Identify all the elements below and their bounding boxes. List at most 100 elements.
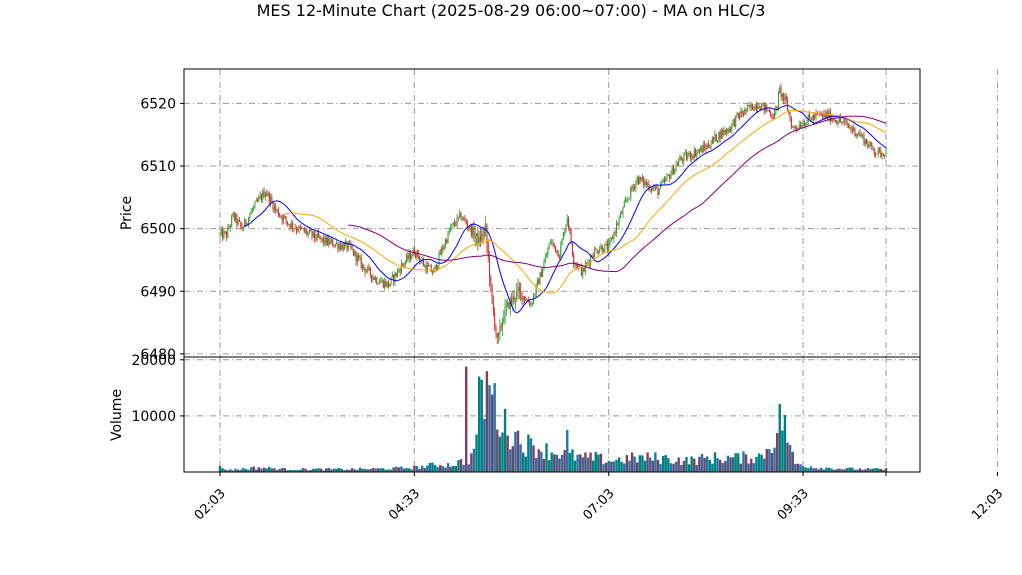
candle-body [275,206,277,210]
candle-body [719,132,721,139]
candle-body [255,200,257,202]
candle-body [772,116,774,119]
candle-body [705,147,707,150]
candle-body [494,312,496,327]
candle-body [342,244,344,250]
volume-bar [804,467,807,472]
volume-bar [830,468,833,472]
candle-body [546,254,548,258]
candle-body [225,231,227,238]
candle-body [643,177,645,186]
candle-body [741,110,743,115]
candle-body [674,168,676,175]
ma-lines [244,104,887,314]
candle-body [280,215,282,217]
candle-body [312,231,314,237]
candle-body [371,274,373,280]
candle-body [653,187,655,189]
candle-body [805,124,807,126]
candle-body [501,321,503,328]
candle-body [270,197,272,204]
volume-bar [280,468,284,472]
volume-bar [848,467,851,472]
volume-bar [659,463,662,472]
candle-body [672,166,675,175]
candle-body [627,198,629,201]
volume-bar [851,467,854,472]
volume-bar [708,459,711,472]
volume-bar [301,468,305,472]
volume-bar [521,452,525,472]
candle-body [564,232,566,234]
volume-bar [742,451,745,472]
candle-body [250,211,252,215]
volume-bar [768,449,771,472]
candle-body [640,176,642,180]
candle-body [310,229,312,232]
candle-body [374,277,377,280]
candle-body [329,240,331,245]
candle-body [500,326,502,328]
volume-bar [457,460,460,472]
volume-bar [550,452,553,472]
candle-body [454,222,456,225]
candle-body [481,234,483,241]
candle-body [279,215,281,217]
candle-body [470,225,472,236]
candle-body [317,233,319,237]
candle-body [254,201,256,207]
volume-bar [436,467,439,472]
ma-slow-line [348,115,887,273]
candle-body [867,143,869,148]
candle-body [285,216,287,222]
volume-bar [428,462,432,472]
volume-bar [532,445,535,472]
candle-body [425,265,427,272]
volume-bar [249,467,253,472]
candle-body [428,265,430,267]
volume-bar [760,454,763,472]
volume-bar [884,468,888,472]
candle-body [731,123,733,131]
volume-bar [555,454,559,472]
candle-body [376,277,378,284]
volume-bars [218,366,888,472]
volume-bar [757,453,761,472]
volume-bar [615,459,618,472]
volume-bar [731,457,735,472]
volume-bar [794,463,797,472]
volume-bar [371,467,375,472]
ma-fast-line [244,104,887,314]
candle-body [464,217,466,221]
volume-bar [604,462,608,472]
candle-body [461,219,463,221]
volume-bar [672,463,675,472]
candle-body [709,146,711,148]
candle-body [819,113,821,115]
volume-bar [270,468,274,472]
volume-bar [739,463,743,472]
volume-bar [571,449,574,472]
candle-body [272,201,274,211]
candle-body [459,212,461,217]
candle-body [707,144,710,147]
volume-bar [545,443,548,472]
candle-body [219,233,221,235]
candle-body [518,287,520,291]
volume-bar [877,468,880,472]
volume-bar [773,447,776,472]
candle-body [319,236,321,238]
candle-body [783,93,785,100]
candle-body [785,96,787,101]
candle-body [727,129,729,133]
candle-body [864,139,866,145]
candle-body [542,269,544,277]
volume-bar [788,445,792,472]
volume-bar [628,460,631,472]
volume-bar [597,454,600,472]
candle-body [496,333,498,338]
candle-body [525,300,527,302]
candle-body [444,239,446,247]
candle-body [557,250,559,257]
candle-body [337,243,339,250]
